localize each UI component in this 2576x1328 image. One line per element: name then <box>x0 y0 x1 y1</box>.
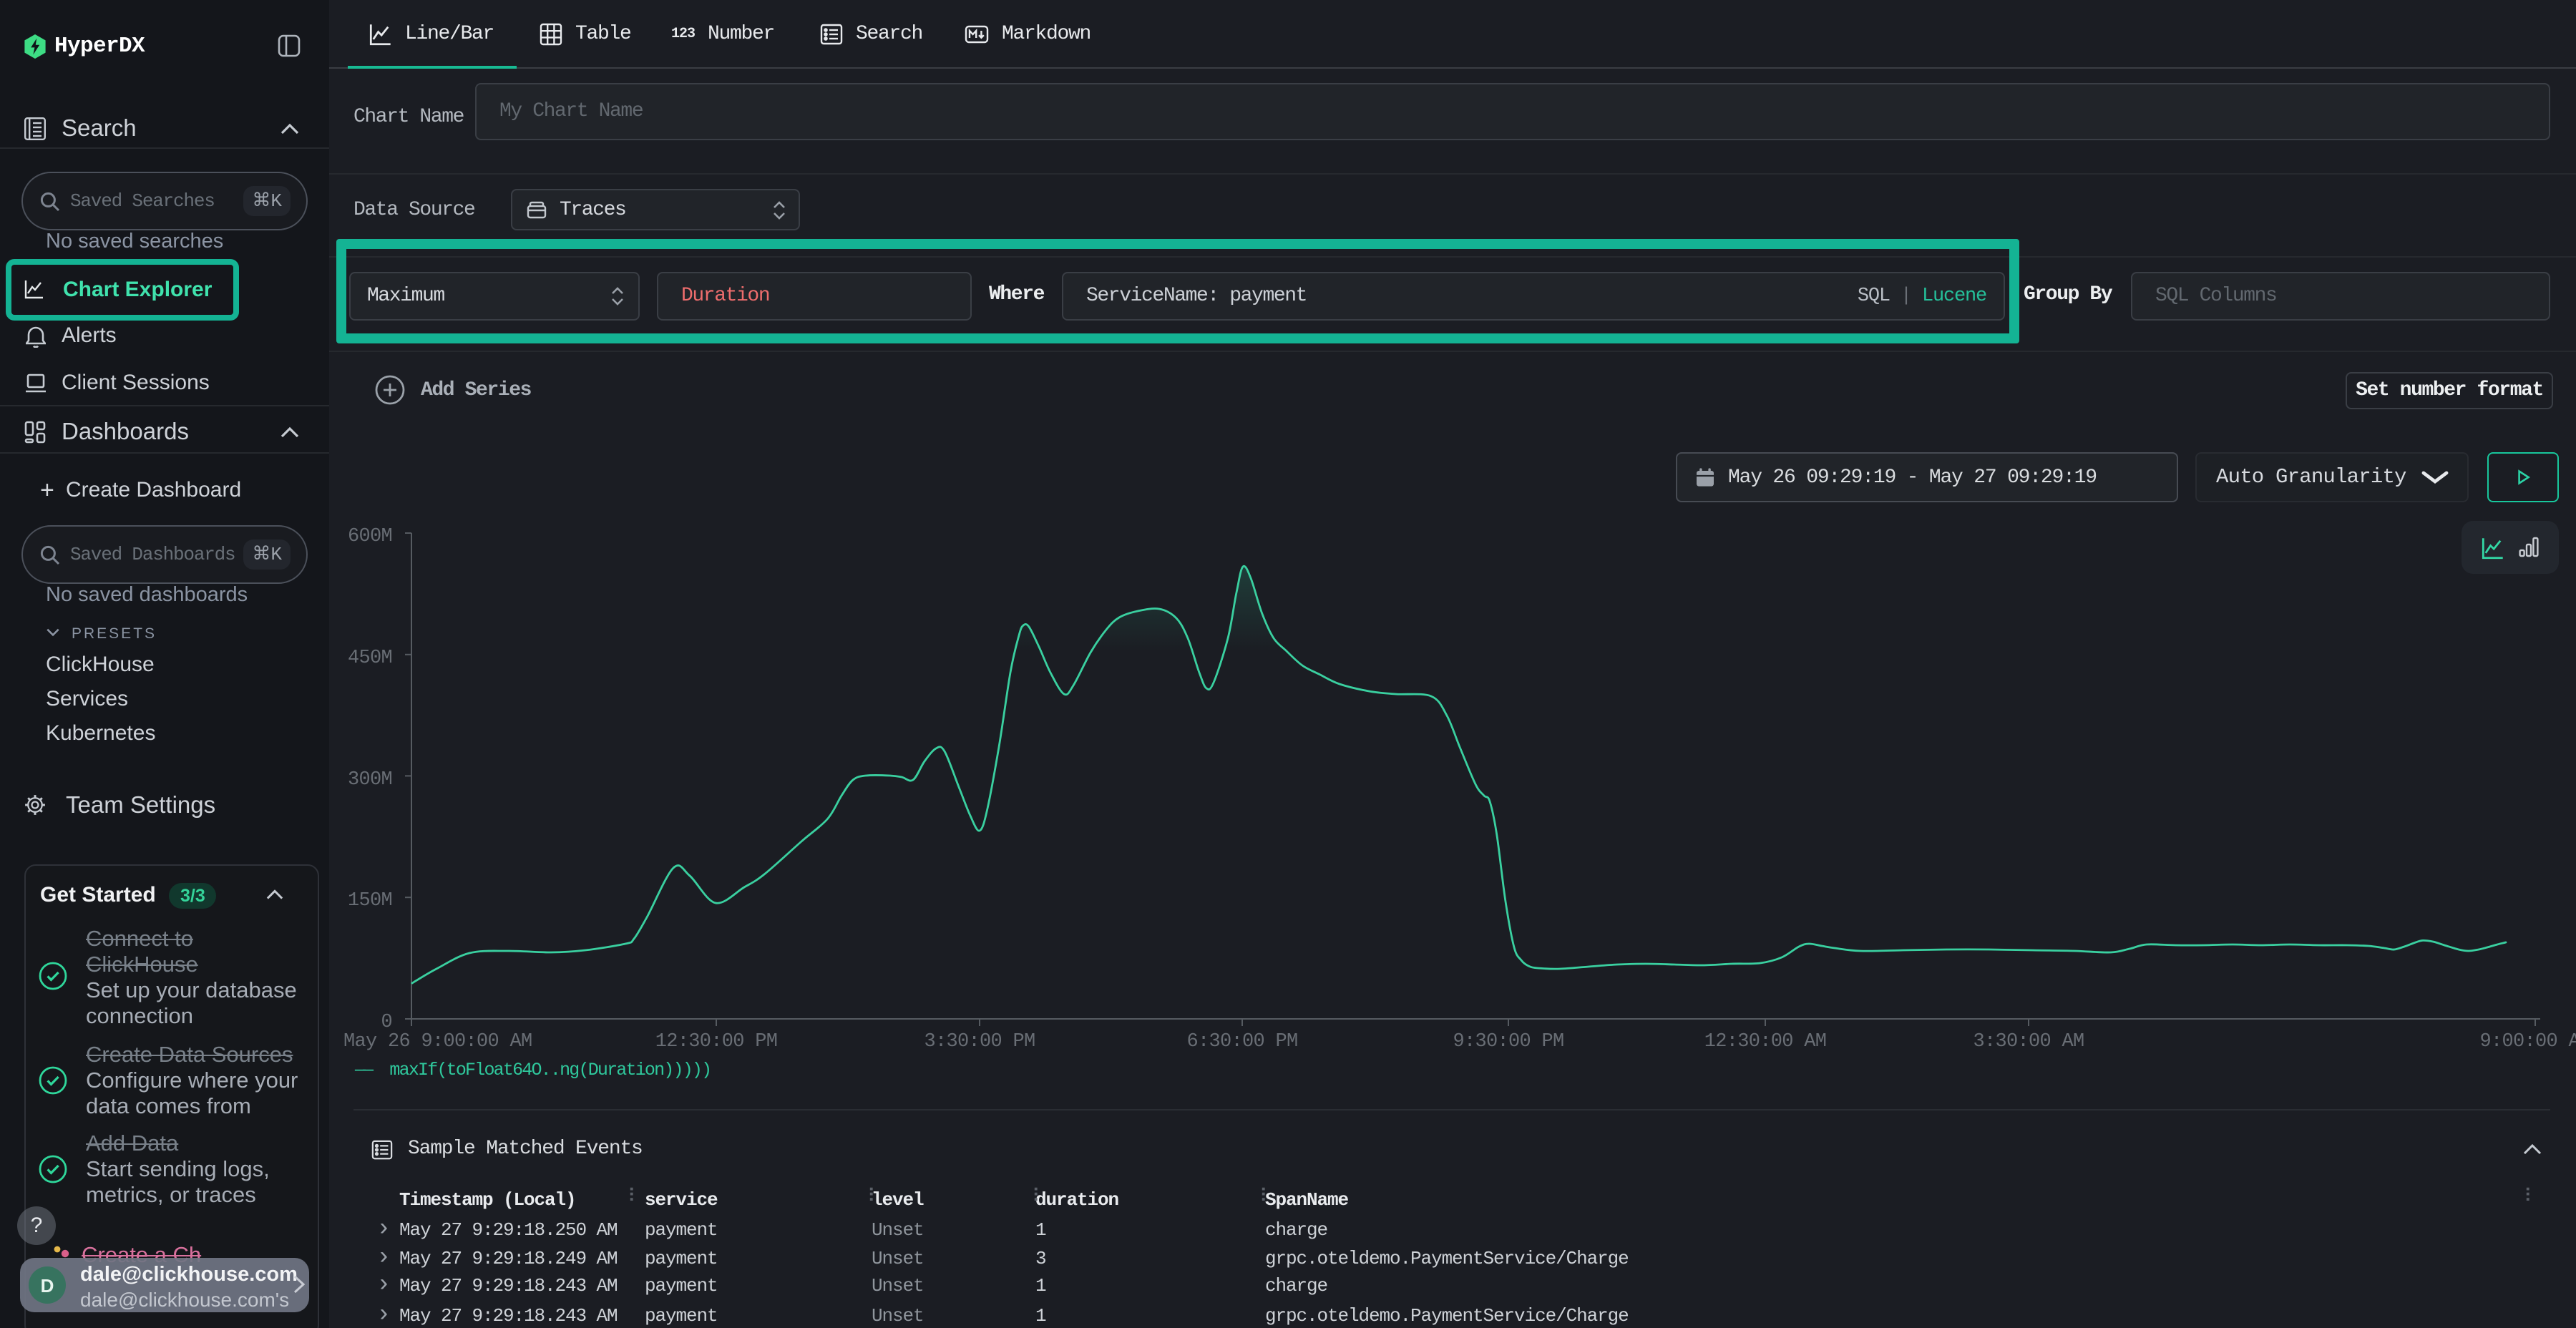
svg-text:300M: 300M <box>348 769 392 791</box>
svg-text:May 26 9:00:00 AM: May 26 9:00:00 AM <box>343 1031 532 1053</box>
svg-text:3:30:00 PM: 3:30:00 PM <box>924 1031 1035 1053</box>
svg-text:600M: 600M <box>348 526 392 547</box>
svg-text:12:30:00 PM: 12:30:00 PM <box>655 1031 778 1053</box>
svg-text:150M: 150M <box>348 890 392 912</box>
svg-text:450M: 450M <box>348 648 392 669</box>
svg-text:3:30:00 AM: 3:30:00 AM <box>1973 1031 2084 1053</box>
svg-text:9:30:00 PM: 9:30:00 PM <box>1453 1031 1563 1053</box>
svg-text:6:30:00 PM: 6:30:00 PM <box>1186 1031 1297 1053</box>
svg-text:0: 0 <box>381 1012 392 1033</box>
svg-text:12:30:00 AM: 12:30:00 AM <box>1704 1031 1827 1053</box>
svg-text:9:00:00 AM: 9:00:00 AM <box>2479 1031 2576 1053</box>
